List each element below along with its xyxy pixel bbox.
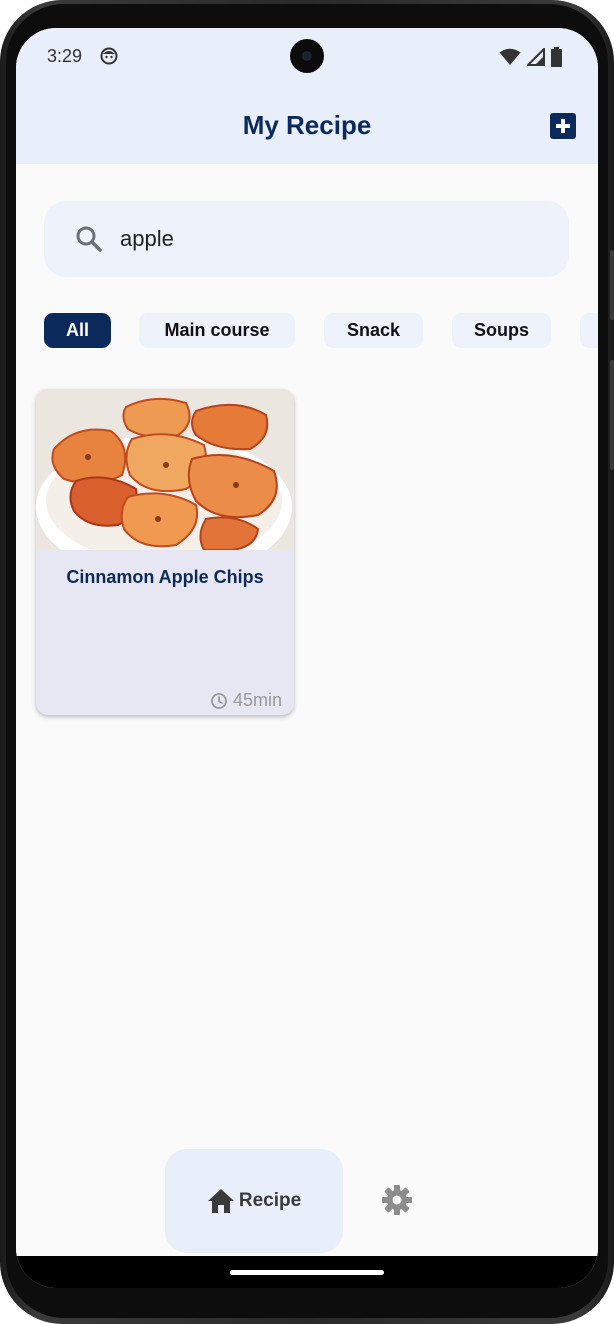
gear-icon[interactable] xyxy=(381,1184,413,1216)
app-screen: 3:29 My Recipe apple All Main course Sna… xyxy=(16,28,598,1288)
category-filter: All Main course Snack Soups xyxy=(44,313,598,349)
front-camera xyxy=(290,39,324,73)
gesture-navigation-area xyxy=(16,1256,598,1288)
recipe-card[interactable]: Cinnamon Apple Chips 45min xyxy=(36,389,294,715)
chip-snack[interactable]: Snack xyxy=(324,313,423,348)
status-bar: 3:29 xyxy=(16,28,598,86)
chip-all[interactable]: All xyxy=(44,313,111,348)
chip-main-course[interactable]: Main course xyxy=(139,313,295,348)
add-recipe-icon[interactable] xyxy=(550,113,576,139)
wifi-icon xyxy=(499,48,521,65)
chip-soups[interactable]: Soups xyxy=(452,313,551,348)
phone-frame: 3:29 My Recipe apple All Main course Sna… xyxy=(0,0,614,1324)
battery-icon xyxy=(551,47,562,67)
page-title: My Recipe xyxy=(242,110,372,140)
face-icon xyxy=(100,47,118,65)
search-icon xyxy=(76,226,102,252)
app-header: 3:29 My Recipe xyxy=(16,28,598,164)
signal-icon xyxy=(527,48,545,66)
power-button xyxy=(610,360,614,470)
volume-button xyxy=(610,250,614,320)
status-icons xyxy=(499,46,562,68)
recipe-time-label: 45min xyxy=(232,690,282,710)
bottom-navigation: Recipe xyxy=(16,1146,598,1256)
home-icon xyxy=(207,1189,234,1213)
recipe-time: 45min xyxy=(210,690,282,711)
status-time: 3:29 xyxy=(47,46,83,66)
nav-item-recipe[interactable]: Recipe xyxy=(165,1149,343,1253)
recipe-title: Cinnamon Apple Chips xyxy=(66,567,264,587)
search-bar[interactable] xyxy=(44,201,569,277)
search-input[interactable] xyxy=(120,219,540,259)
recipe-photo xyxy=(36,389,294,550)
nav-item-recipe-label: Recipe xyxy=(238,1190,302,1211)
clock-icon xyxy=(211,692,227,709)
home-gesture-bar[interactable] xyxy=(230,1270,384,1275)
chip-more[interactable] xyxy=(580,313,598,348)
